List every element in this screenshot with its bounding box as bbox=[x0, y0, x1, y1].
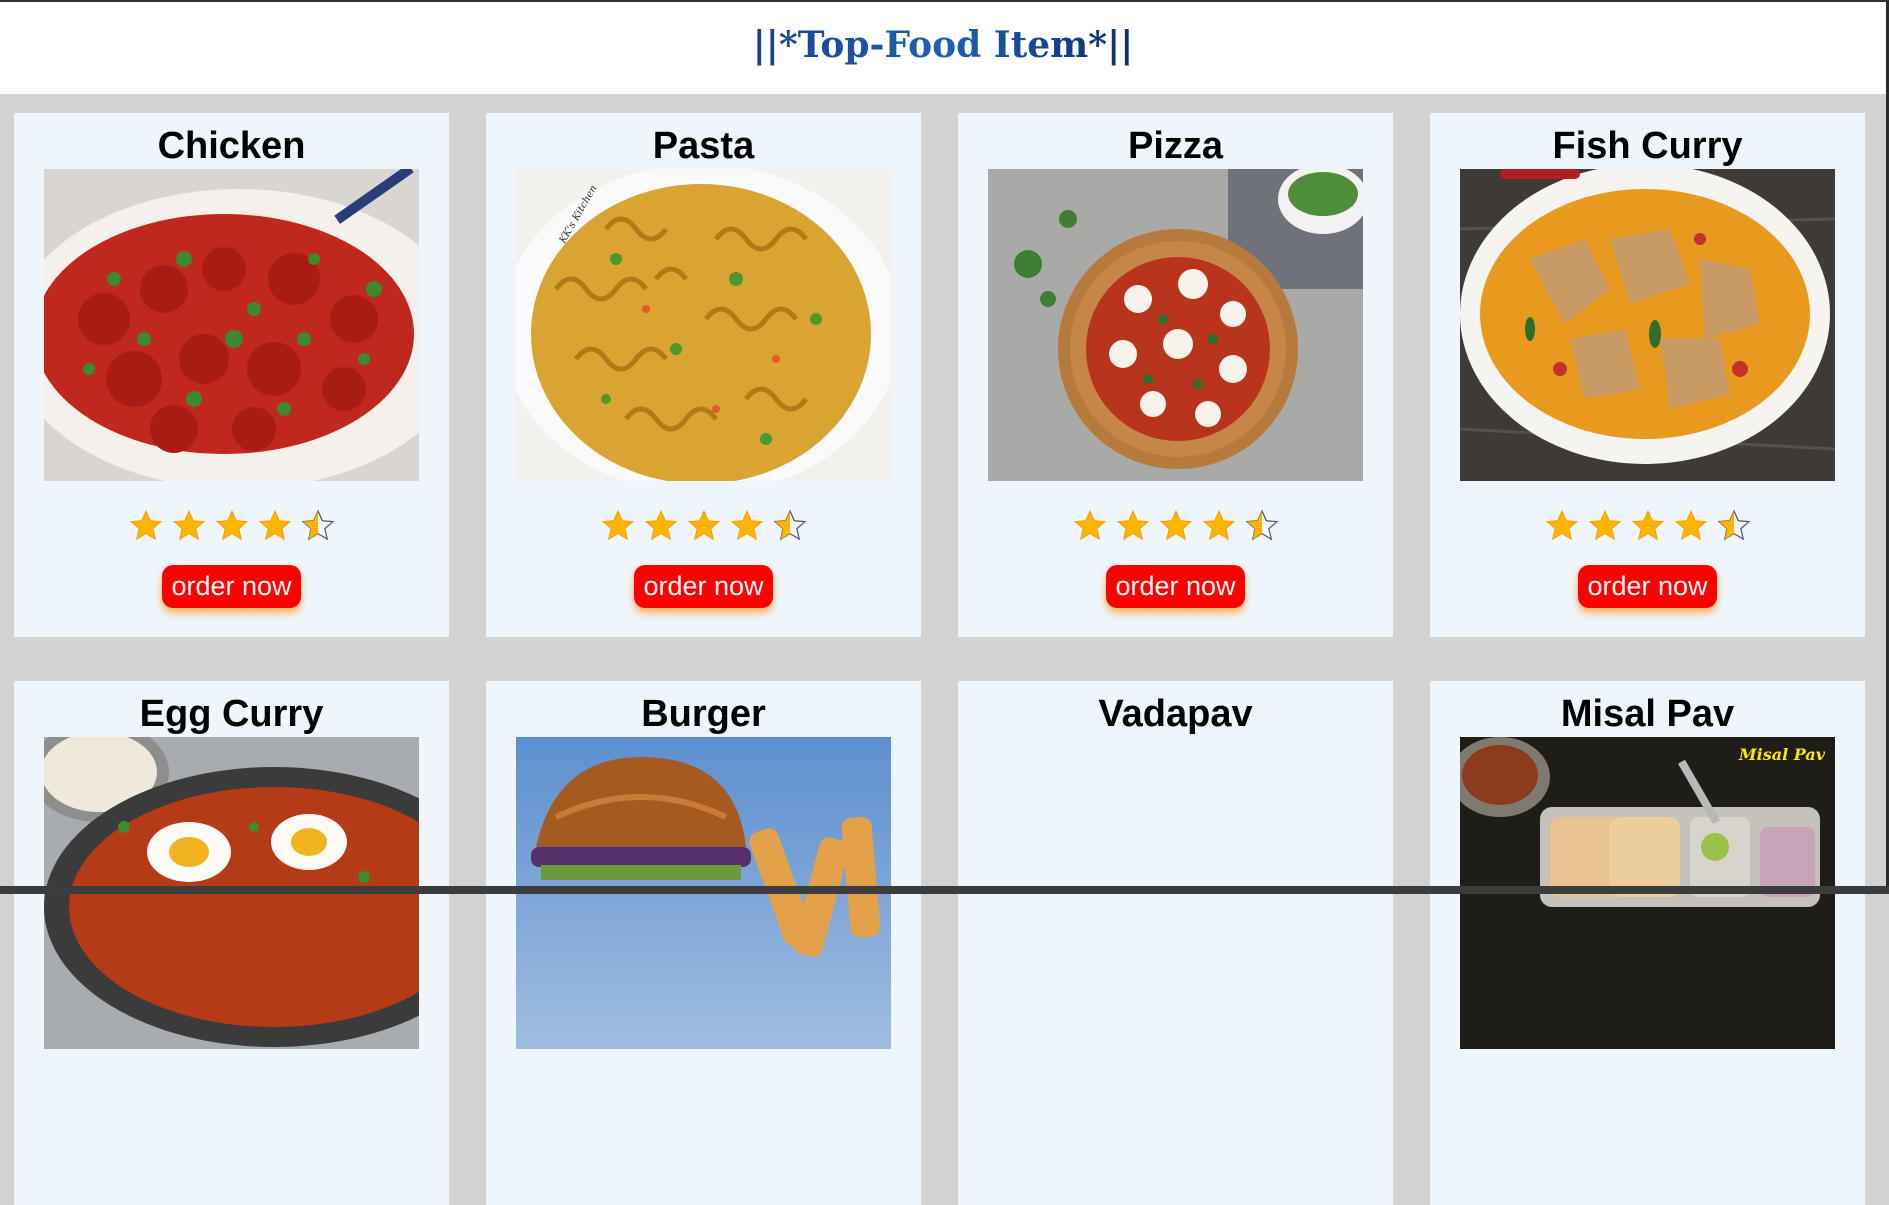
star-icon bbox=[729, 508, 765, 544]
star-icon bbox=[1630, 508, 1666, 544]
star-icon bbox=[171, 508, 207, 544]
food-name: Chicken bbox=[157, 125, 306, 167]
order-now-button[interactable]: order now bbox=[162, 565, 301, 608]
food-card-pasta: Pasta KK's Kitchen order now bbox=[486, 113, 921, 637]
order-now-button[interactable]: order now bbox=[634, 565, 773, 608]
order-now-button[interactable]: order now bbox=[1106, 565, 1245, 608]
food-grid: Chicken order now Pasta KK's Kitchen ord… bbox=[14, 113, 1865, 1205]
food-name: Pasta bbox=[652, 125, 755, 167]
food-card-burger: Burger bbox=[486, 681, 921, 1205]
star-rating bbox=[128, 507, 336, 545]
half-star-icon bbox=[1244, 508, 1280, 544]
food-card-egg-curry: Egg Curry bbox=[14, 681, 449, 1205]
food-name: Egg Curry bbox=[139, 693, 324, 735]
half-star-icon bbox=[772, 508, 808, 544]
star-icon bbox=[600, 508, 636, 544]
chicken-image bbox=[44, 169, 419, 481]
food-name: Fish Curry bbox=[1552, 125, 1743, 167]
fish-curry-image bbox=[1460, 169, 1835, 481]
pizza-image bbox=[988, 169, 1363, 481]
half-star-icon bbox=[1716, 508, 1752, 544]
star-icon bbox=[686, 508, 722, 544]
image-caption: Misal Pav bbox=[1738, 745, 1825, 764]
food-name: Misal Pav bbox=[1560, 693, 1735, 735]
star-icon bbox=[1072, 508, 1108, 544]
star-rating bbox=[600, 507, 808, 545]
star-icon bbox=[1544, 508, 1580, 544]
order-now-button[interactable]: order now bbox=[1578, 565, 1717, 608]
window-bottom-border bbox=[0, 886, 1889, 894]
star-icon bbox=[257, 508, 293, 544]
food-card-vadapav: Vadapav bbox=[958, 681, 1393, 1205]
star-icon bbox=[128, 508, 164, 544]
half-star-icon bbox=[300, 508, 336, 544]
star-icon bbox=[1115, 508, 1151, 544]
star-icon bbox=[1673, 508, 1709, 544]
star-icon bbox=[1158, 508, 1194, 544]
pasta-image: KK's Kitchen bbox=[516, 169, 891, 481]
food-card-pizza: Pizza order now bbox=[958, 113, 1393, 637]
star-icon bbox=[1201, 508, 1237, 544]
food-card-misal-pav: Misal Pav Misal Pav bbox=[1430, 681, 1865, 1205]
star-icon bbox=[214, 508, 250, 544]
star-rating bbox=[1544, 507, 1752, 545]
page-header: ||*Top-Food Item*|| bbox=[0, 2, 1886, 94]
food-name: Vadapav bbox=[1098, 693, 1253, 735]
star-icon bbox=[1587, 508, 1623, 544]
food-card-chicken: Chicken order now bbox=[14, 113, 449, 637]
page-title: ||*Top-Food Item*|| bbox=[752, 24, 1134, 66]
food-name: Pizza bbox=[1127, 125, 1224, 167]
star-rating bbox=[1072, 507, 1280, 545]
food-card-fish-curry: Fish Curry order now bbox=[1430, 113, 1865, 637]
food-name: Burger bbox=[641, 693, 766, 735]
star-icon bbox=[643, 508, 679, 544]
